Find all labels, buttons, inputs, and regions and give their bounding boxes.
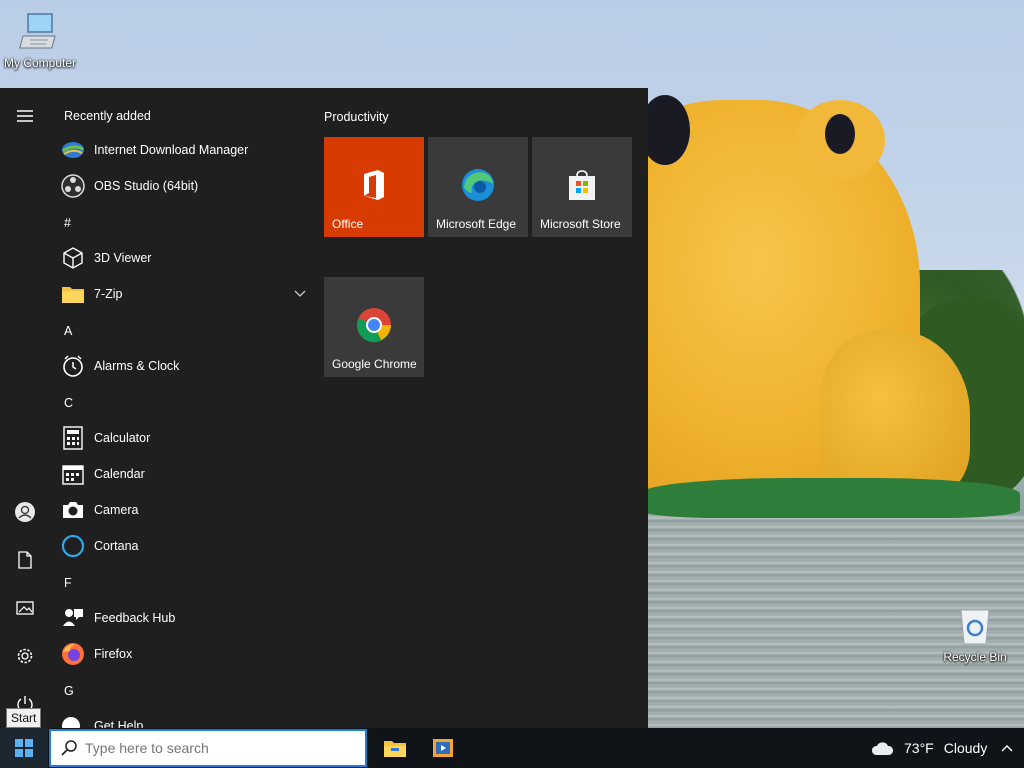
app-label: Get Help — [94, 719, 144, 728]
start-rail — [0, 88, 50, 728]
settings-button[interactable] — [0, 636, 50, 676]
wallpaper-frog-leg — [820, 330, 970, 500]
cube-icon — [60, 245, 86, 271]
weather-temp: 73°F — [904, 740, 934, 756]
tile-microsoft-store[interactable]: Microsoft Store — [532, 137, 632, 237]
search-input[interactable] — [79, 739, 347, 757]
document-icon — [18, 551, 32, 569]
user-icon — [15, 502, 35, 522]
hamburger-icon — [17, 110, 33, 122]
app-3d-viewer[interactable]: 3D Viewer — [60, 241, 306, 275]
pictures-icon — [16, 601, 34, 615]
app-label: Cortana — [94, 539, 139, 553]
edge-icon — [462, 169, 494, 201]
chevron-down-icon[interactable] — [294, 290, 306, 298]
taskbar-media-player[interactable] — [419, 728, 467, 768]
tile-office[interactable]: Office — [324, 137, 424, 237]
app-calendar[interactable]: Calendar — [60, 457, 306, 491]
app-label: Calendar — [94, 467, 145, 481]
letter-heading-g[interactable]: G — [64, 684, 74, 698]
taskbar: 73°F Cloudy — [0, 728, 1024, 768]
tile-google-chrome[interactable]: Google Chrome — [324, 277, 424, 377]
weather-condition: Cloudy — [943, 740, 988, 756]
cloud-icon — [871, 742, 894, 755]
firefox-icon — [60, 641, 86, 667]
search-icon — [61, 740, 77, 756]
app-label: Feedback Hub — [94, 611, 176, 625]
desktop-icon-my-computer[interactable]: My Computer — [0, 10, 80, 70]
tile-label: Office — [332, 217, 364, 231]
search-box[interactable] — [49, 729, 367, 767]
app-label: Alarms & Clock — [94, 359, 180, 373]
app-label: Internet Download Manager — [94, 143, 249, 157]
app-camera[interactable]: Camera — [60, 493, 306, 527]
app-label: 3D Viewer — [94, 251, 152, 265]
office-icon — [364, 170, 384, 200]
idm-icon — [60, 137, 86, 163]
media-player-icon — [433, 739, 453, 757]
tile-label: Google Chrome — [332, 357, 417, 371]
pictures-button[interactable] — [0, 588, 50, 628]
start-button[interactable] — [0, 728, 48, 768]
camera-icon — [60, 497, 86, 523]
settings-icon — [17, 648, 33, 664]
store-icon — [569, 170, 595, 200]
app-feedback-hub[interactable]: Feedback Hub — [60, 601, 306, 635]
app-label: Camera — [94, 503, 139, 517]
start-menu: Recently added Internet Download Manager… — [0, 88, 648, 728]
folder-icon — [60, 281, 86, 307]
wallpaper-frog-eye — [795, 100, 885, 180]
app-label: OBS Studio (64bit) — [94, 179, 199, 193]
expand-menu-button[interactable] — [0, 96, 50, 136]
chevron-up-icon[interactable] — [1001, 744, 1013, 752]
app-alarms-clock[interactable]: Alarms & Clock — [60, 349, 306, 383]
letter-heading-a[interactable]: A — [64, 324, 72, 338]
windows-logo-icon — [15, 739, 33, 757]
tile-group-title[interactable]: Productivity — [324, 110, 389, 124]
obs-icon — [60, 173, 86, 199]
app-list: Recently added Internet Download Manager… — [50, 88, 316, 728]
help-icon — [60, 713, 86, 728]
app-label: Firefox — [94, 647, 133, 661]
app-cortana[interactable]: Cortana — [60, 529, 306, 563]
account-button[interactable] — [0, 492, 50, 532]
app-obs-studio[interactable]: OBS Studio (64bit) — [60, 169, 306, 203]
weather-widget[interactable]: 73°F Cloudy — [870, 728, 1013, 768]
tile-label: Microsoft Store — [540, 217, 621, 231]
app-internet-download-manager[interactable]: Internet Download Manager — [60, 133, 306, 167]
chrome-icon — [357, 308, 391, 343]
feedback-icon — [60, 605, 86, 631]
app-label: Calculator — [94, 431, 151, 445]
taskbar-file-explorer[interactable] — [371, 728, 419, 768]
letter-heading-f[interactable]: F — [64, 576, 72, 590]
file-explorer-icon — [384, 741, 406, 757]
computer-icon — [19, 13, 56, 49]
app-calculator[interactable]: Calculator — [60, 421, 306, 455]
desktop-icon-recycle-bin[interactable]: Recycle Bin — [935, 604, 1015, 664]
letter-heading-hash[interactable]: # — [64, 216, 71, 230]
app-7-zip[interactable]: 7-Zip — [60, 277, 306, 311]
app-firefox[interactable]: Firefox — [60, 637, 306, 671]
wallpaper-grass — [640, 478, 1020, 518]
calendar-icon — [60, 461, 86, 487]
documents-button[interactable] — [0, 540, 50, 580]
tile-microsoft-edge[interactable]: Microsoft Edge — [428, 137, 528, 237]
desktop-icon-label: Recycle Bin — [943, 650, 1007, 664]
tile-label: Microsoft Edge — [436, 217, 517, 231]
calculator-icon — [60, 425, 86, 451]
clock-icon — [60, 353, 86, 379]
recently-added-heading: Recently added — [64, 109, 151, 123]
app-label: 7-Zip — [94, 287, 123, 301]
cortana-icon — [60, 533, 86, 559]
letter-heading-c[interactable]: C — [64, 396, 73, 410]
recycle-bin-icon — [960, 609, 990, 645]
start-tooltip: Start — [6, 708, 42, 728]
desktop-icon-label: My Computer — [3, 56, 77, 70]
app-get-help[interactable]: Get Help — [60, 709, 306, 728]
